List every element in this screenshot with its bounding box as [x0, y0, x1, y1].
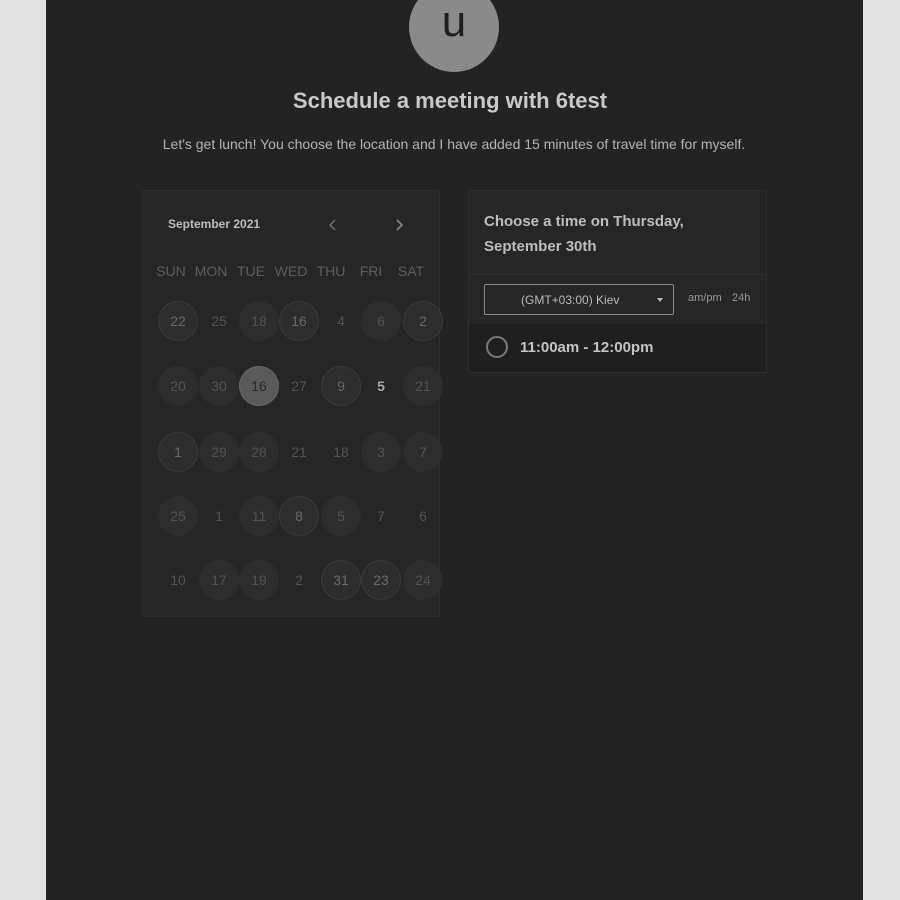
- weekday-mon: MON: [194, 263, 228, 279]
- weekday-sun: SUN: [156, 263, 186, 279]
- divider: [469, 274, 766, 275]
- chevron-left-icon: [328, 219, 336, 231]
- calendar-day: 29: [199, 432, 239, 472]
- next-month-button[interactable]: [387, 213, 411, 237]
- calendar-card: September 2021 SUN MON TUE WED THU FRI SAT 22 2…: [142, 190, 443, 617]
- calendar-day: 6: [419, 508, 427, 524]
- time-picker-heading-line1: Choose a time on Thursday,: [484, 213, 684, 230]
- weekday-wed: WED: [274, 263, 308, 279]
- time-picker-card: Choose a time on Thursday, September 30t…: [468, 190, 767, 373]
- weekday-sat: SAT: [397, 263, 425, 279]
- calendar-day: 23: [361, 560, 401, 600]
- calendar-day: 19: [239, 560, 279, 600]
- page-title: Schedule a meeting with 6test: [292, 88, 608, 113]
- weekday-tue: TUE: [237, 263, 265, 279]
- time-picker-heading-line2: September 30th: [484, 238, 597, 255]
- calendar-day: 30: [199, 366, 239, 406]
- avatar-initial: u: [441, 0, 467, 46]
- prev-month-button[interactable]: [321, 213, 345, 237]
- calendar-day: 10: [170, 572, 186, 588]
- calendar-day: 27: [291, 378, 307, 394]
- time-slot[interactable]: 11:00am - 12:00pm: [469, 324, 766, 372]
- calendar-day: 25: [211, 313, 227, 329]
- calendar-day: 17: [199, 560, 239, 600]
- calendar-day: 4: [337, 313, 345, 329]
- calendar-day: 16: [279, 301, 319, 341]
- calendar-day: 8: [279, 496, 319, 536]
- calendar-month-label: September 2021: [168, 217, 261, 231]
- calendar-day[interactable]: 5: [361, 366, 401, 406]
- timezone-select[interactable]: (GMT+03:00) Kiev: [484, 284, 674, 315]
- calendar-day: 21: [403, 366, 443, 406]
- calendar-day: 1: [158, 432, 198, 472]
- calendar-day: 31: [321, 560, 361, 600]
- caret-down-icon: [657, 298, 663, 302]
- format-ampm-toggle[interactable]: am/pm: [688, 292, 722, 304]
- page-subtitle: Let's get lunch! You choose the location…: [162, 136, 746, 152]
- calendar-day: 25: [158, 496, 198, 536]
- weekday-thu: THU: [316, 263, 346, 279]
- calendar-day: 3: [361, 432, 401, 472]
- calendar-day[interactable]: 16: [239, 366, 279, 406]
- calendar-day: 21: [291, 444, 307, 460]
- calendar-day: 24: [403, 560, 443, 600]
- weekday-header: SUN MON TUE WED THU FRI SAT: [156, 263, 433, 279]
- weekday-fri: FRI: [359, 263, 383, 279]
- chevron-right-icon: [396, 219, 404, 231]
- time-slot-label: 11:00am - 12:00pm: [520, 339, 654, 356]
- calendar-day: 7: [377, 508, 385, 524]
- calendar-day: 11: [239, 496, 279, 536]
- calendar-day: 2: [295, 572, 303, 588]
- radio-circle-icon[interactable]: [486, 336, 508, 358]
- calendar-day: 18: [239, 301, 279, 341]
- calendar-day: 5: [321, 496, 361, 536]
- time-picker-heading: Choose a time on Thursday, September 30t…: [484, 209, 744, 259]
- calendar-day: 7: [403, 432, 443, 472]
- calendar-day: 20: [158, 366, 198, 406]
- calendar-day: 1: [215, 508, 223, 524]
- calendar-day: 6: [361, 301, 401, 341]
- timezone-value: (GMT+03:00) Kiev: [521, 292, 620, 307]
- calendar-day: 2: [403, 301, 443, 341]
- calendar-day: 28: [239, 432, 279, 472]
- calendar-day: 22: [158, 301, 198, 341]
- calendar-day: 9: [321, 366, 361, 406]
- calendar-day: 18: [333, 444, 349, 460]
- format-24h-toggle[interactable]: 24h: [732, 292, 750, 304]
